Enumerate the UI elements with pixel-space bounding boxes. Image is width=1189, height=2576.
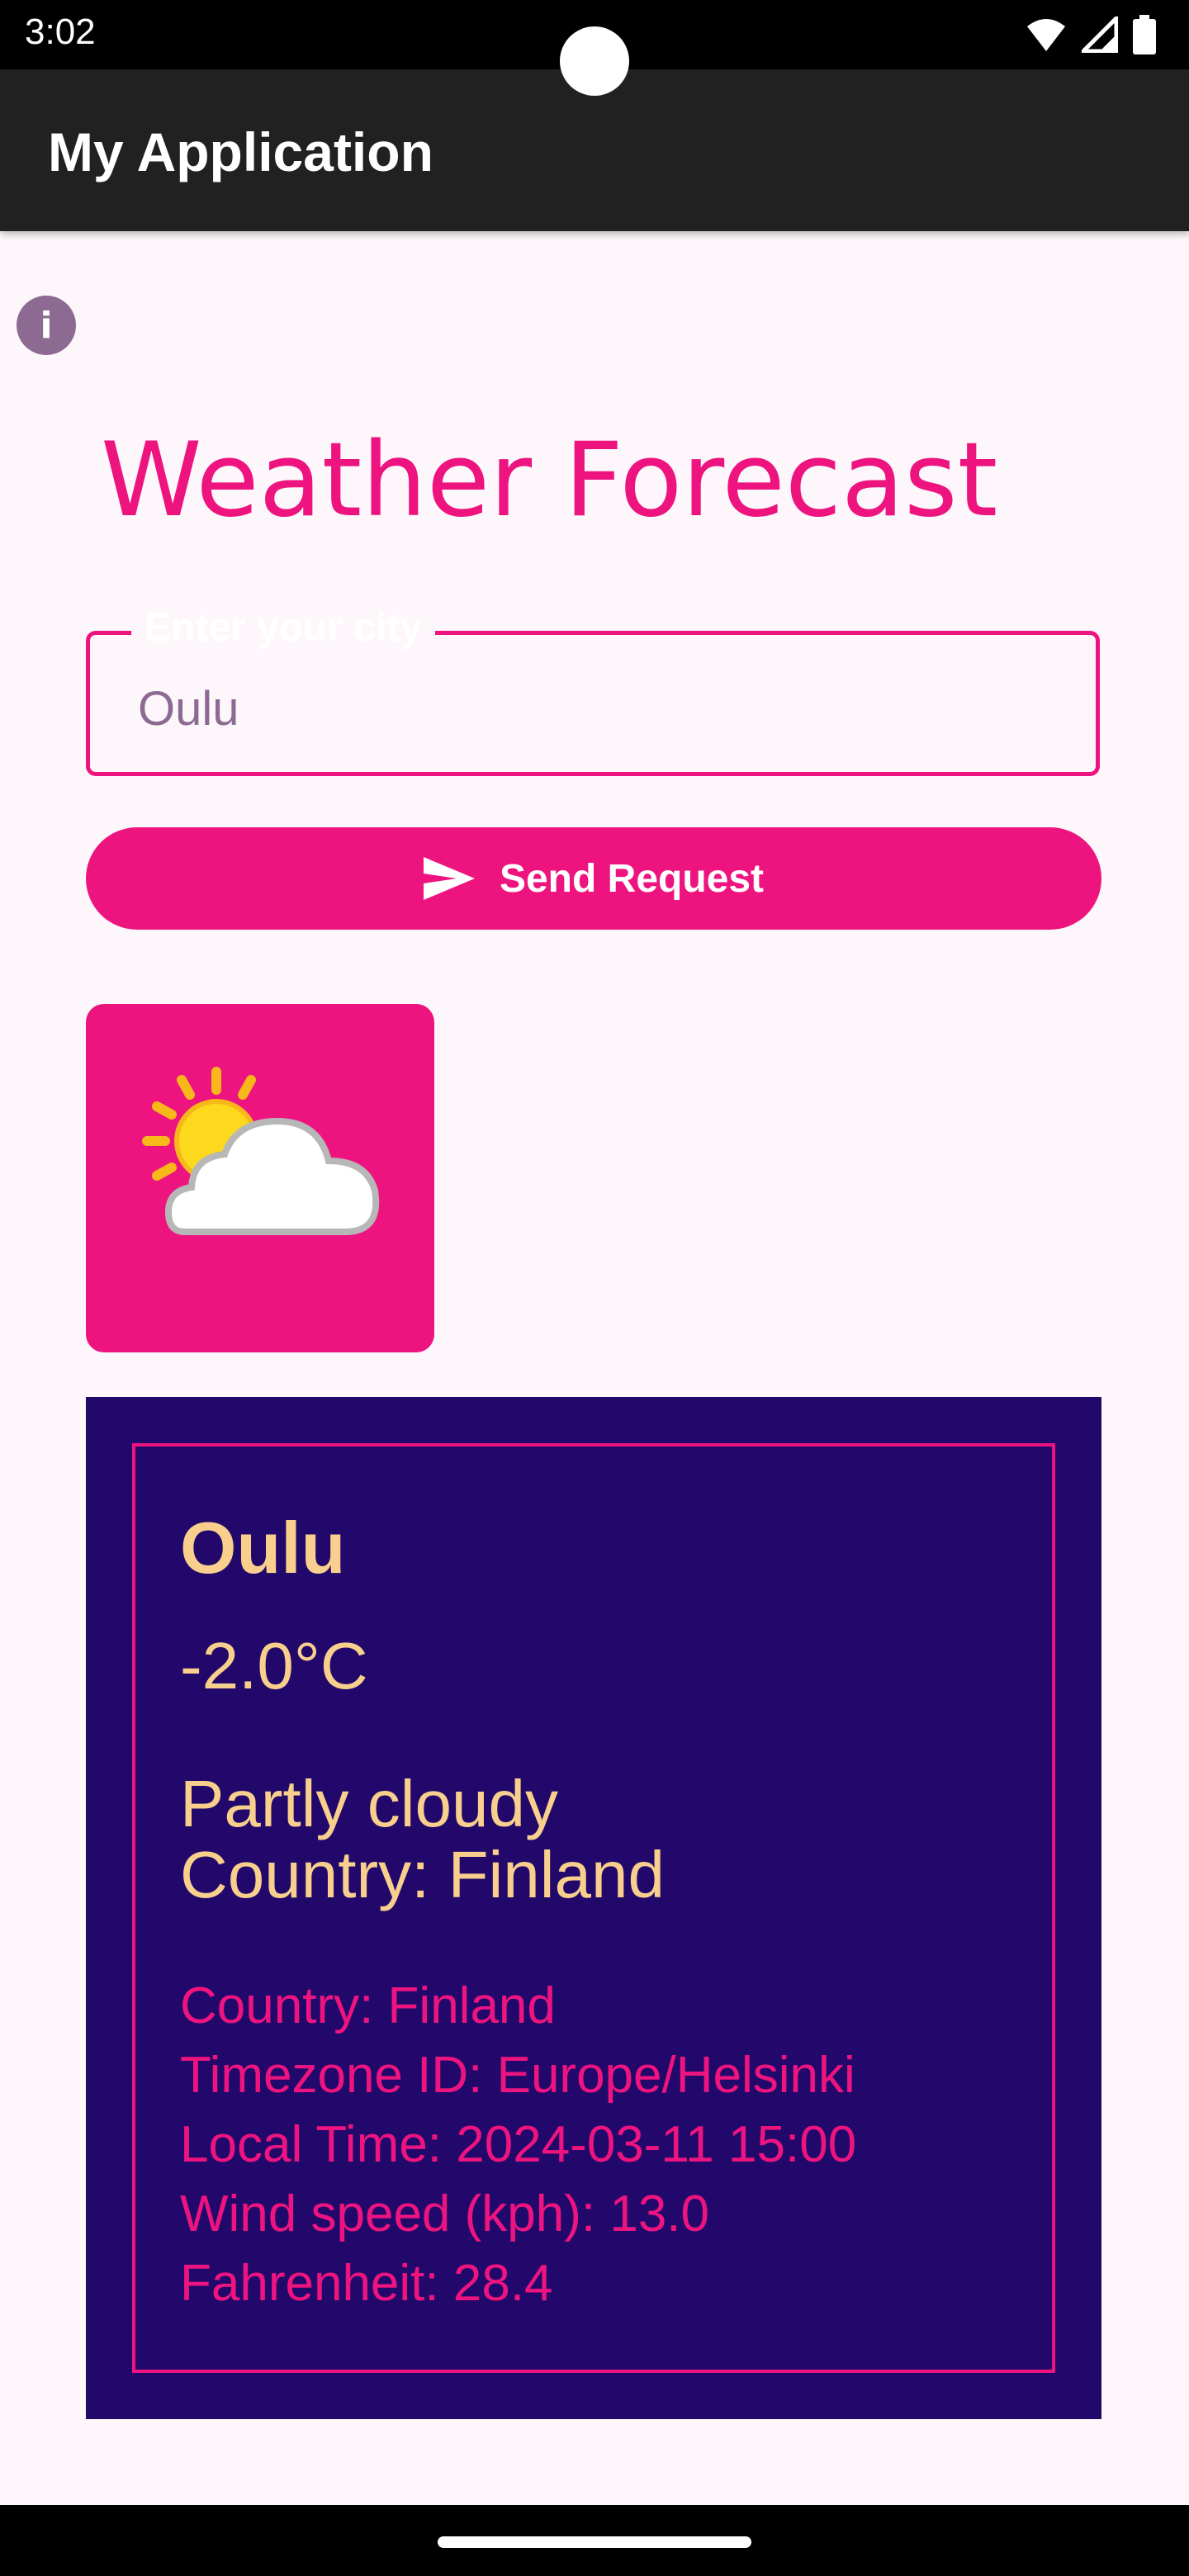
send-icon [423, 857, 475, 900]
app-title: My Application [48, 121, 433, 182]
weather-card: Oulu -2.0°C Partly cloudy Country: Finla… [86, 1397, 1101, 2419]
weather-city: Oulu [180, 1507, 346, 1589]
home-gesture-handle[interactable] [438, 2536, 751, 2548]
city-input[interactable] [138, 681, 1046, 736]
partly-cloudy-icon [142, 1067, 380, 1235]
status-time: 3:02 [25, 12, 96, 52]
detail-fahrenheit: Fahrenheit: 28.4 [180, 2255, 553, 2312]
info-button[interactable]: i [17, 296, 76, 355]
city-field[interactable]: Enter your city [86, 604, 1100, 776]
status-icons [1026, 15, 1156, 54]
weather-country: Country: Finland [180, 1838, 665, 1911]
detail-timezone: Timezone ID: Europe/Helsinki [180, 2047, 855, 2104]
weather-icon-tile [86, 1004, 434, 1352]
signal-icon [1082, 17, 1118, 53]
detail-wind-speed: Wind speed (kph): 13.0 [180, 2185, 710, 2242]
weather-condition: Partly cloudy [180, 1767, 558, 1840]
navigation-bar [0, 2505, 1189, 2576]
wifi-icon [1027, 19, 1065, 51]
detail-country: Country: Finland [180, 1977, 556, 2034]
camera-cutout [560, 26, 629, 96]
battery-icon [1133, 15, 1156, 54]
weather-summary: Partly cloudy Country: Finland [180, 1769, 665, 1911]
page-title: Weather Forecast [101, 421, 998, 540]
send-request-button[interactable]: Send Request [86, 827, 1101, 930]
info-icon: i [40, 304, 53, 347]
weather-temperature: -2.0°C [180, 1629, 368, 1702]
weather-details: Country: Finland Timezone ID: Europe/Hel… [180, 1972, 856, 2318]
detail-local-time: Local Time: 2024-03-11 15:00 [180, 2116, 857, 2173]
send-request-label: Send Request [499, 856, 765, 901]
city-field-label: Enter your city [131, 604, 436, 653]
